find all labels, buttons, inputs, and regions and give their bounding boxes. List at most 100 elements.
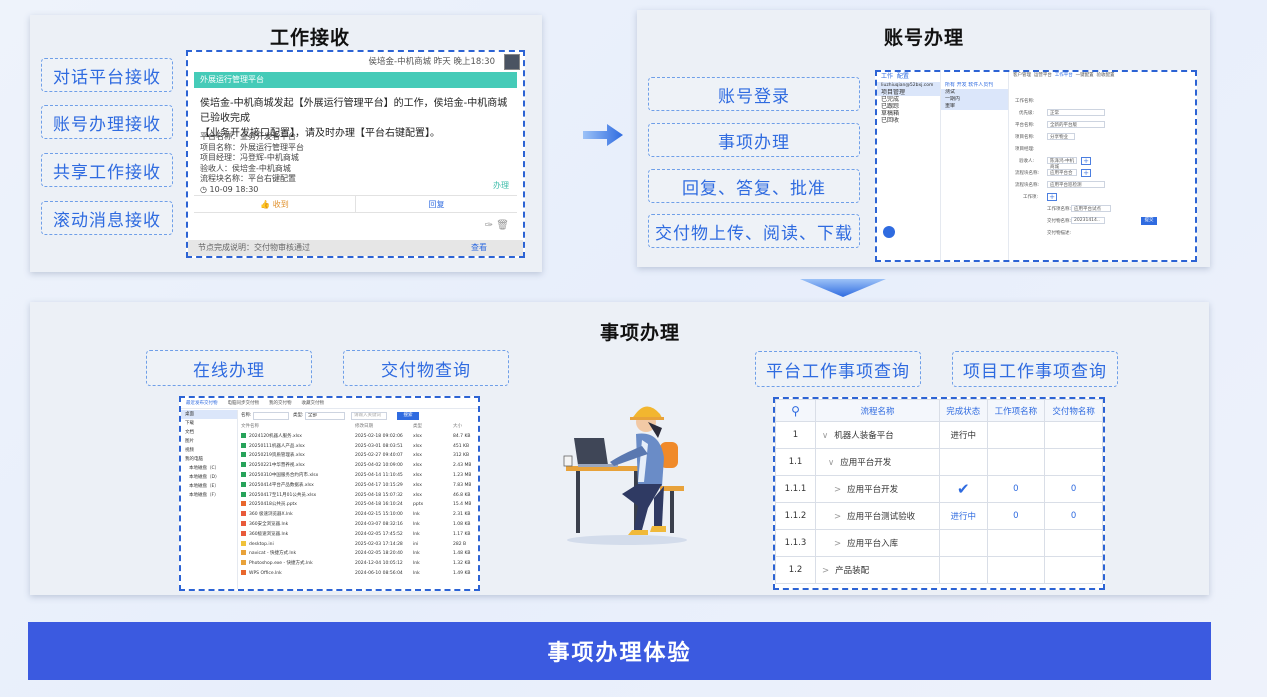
sidebar-item[interactable]: 草稿箱 bbox=[877, 110, 940, 117]
table-row[interactable]: 1.1.3 > 应用平台入库 bbox=[775, 529, 1103, 557]
reply-approve-button[interactable]: 回复、答复、批准 bbox=[648, 169, 860, 203]
project-query-button[interactable]: 项目工作事项查询 bbox=[952, 351, 1118, 387]
scroll-receive-button[interactable]: 滚动消息接收 bbox=[41, 201, 173, 235]
expand-toggle-icon[interactable]: > bbox=[834, 539, 841, 549]
list-item[interactable]: 一期内 bbox=[941, 96, 1008, 103]
file-row[interactable]: WPS Office.lnk 2024-06-10 08:56:04 lnk 1.49… bbox=[241, 569, 474, 579]
sidebar-item[interactable]: 下载 bbox=[181, 419, 237, 428]
table-row[interactable]: 1.1.1 > 应用平台开发 ✔ 0 0 bbox=[775, 475, 1103, 503]
deliverable-button[interactable]: 交付物上传、阅读、下载 bbox=[648, 214, 860, 248]
file-row[interactable]: 20250219资质管理表.xlsx 2025-02-27 09:40:07 xls… bbox=[241, 451, 474, 461]
account-receive-button[interactable]: 账号办理接收 bbox=[41, 105, 173, 139]
keyword-input[interactable]: 请输入关键词 bbox=[351, 412, 387, 420]
sidebar-item[interactable]: 本地磁盘（C） bbox=[181, 464, 237, 473]
file-row[interactable]: navicat - 快捷方式.lnk 2024-02-05 18:20:40 lnk… bbox=[241, 549, 474, 559]
sidebar-item[interactable]: 本地磁盘（E） bbox=[181, 482, 237, 491]
share-receive-button[interactable]: 共享工作接收 bbox=[41, 153, 173, 187]
file-row[interactable]: 20250310中国服务合约内市.xlsx 2025-04-14 11:10:45… bbox=[241, 471, 474, 481]
work-receive-panel: 工作接收 对话平台接收 账号办理接收 共享工作接收 滚动消息接收 侯培金-中机商… bbox=[30, 15, 542, 272]
sidebar-item[interactable]: 已回收 bbox=[877, 117, 940, 124]
account-form: 客户管理 运营平台 工作平台 一键配置 验收配置 工作名称: 优先级: 正常 平… bbox=[1009, 72, 1195, 260]
matter-handle-button[interactable]: 事项办理 bbox=[648, 123, 860, 157]
sidebar-item[interactable]: 本地磁盘（D） bbox=[181, 473, 237, 482]
search-icon[interactable]: ⚲ bbox=[775, 399, 816, 422]
avatar bbox=[504, 54, 520, 70]
sidebar-item[interactable]: 图片 bbox=[181, 437, 237, 446]
sidebar-item[interactable]: 视频 bbox=[181, 446, 237, 455]
file-icon bbox=[241, 550, 246, 556]
type-select[interactable]: 全部 bbox=[305, 412, 345, 420]
table-row[interactable]: 1.1.2 > 应用平台测试验收 进行中 0 0 bbox=[775, 502, 1103, 530]
card-time: ◷ 10-09 18:30 bbox=[200, 184, 259, 194]
table-row[interactable]: 1.1 ∨ 应用平台开发 bbox=[775, 448, 1103, 476]
sidebar-item[interactable]: 文档 bbox=[181, 428, 237, 437]
receive-button[interactable]: 👍 收到 bbox=[194, 196, 356, 212]
acceptor-field[interactable]: 陈泽鸿-中机商城 bbox=[1047, 157, 1077, 170]
project-field[interactable]: 分享物业 bbox=[1047, 133, 1075, 140]
platform-query-button[interactable]: 平台工作事项查询 bbox=[755, 351, 921, 387]
file-row[interactable]: 20250221中华营养视.xlsx 2025-04-02 10:09:00 xls… bbox=[241, 461, 474, 471]
platform-field[interactable]: 全新的平台版 bbox=[1047, 121, 1105, 128]
file-row[interactable]: 360极速浏览器.lnk 2024-02-05 17:45:52 lnk 1.17 K… bbox=[241, 530, 474, 540]
expand-toggle-icon[interactable]: ∨ bbox=[822, 431, 828, 441]
expand-toggle-icon[interactable]: > bbox=[822, 566, 829, 576]
sidebar-item[interactable]: 桌面 bbox=[181, 410, 237, 419]
view-link[interactable]: 查看 bbox=[471, 240, 487, 256]
submit-button[interactable]: 提交 bbox=[1141, 217, 1157, 225]
edit-delete-icon[interactable]: ✑ 🗑 bbox=[485, 220, 509, 231]
card-header: 外展运行管理平台 bbox=[194, 72, 517, 88]
flow-field[interactable]: 应用平台合 bbox=[1047, 169, 1077, 176]
sidebar-item[interactable]: 我的电脑 bbox=[181, 455, 237, 464]
status-cell bbox=[939, 556, 988, 584]
deliver-cell: 0 bbox=[1044, 502, 1103, 530]
flow-field-2[interactable]: 应用平台巡检测 bbox=[1047, 181, 1105, 188]
deliverable-field[interactable]: 20231414.. bbox=[1071, 217, 1105, 224]
expand-toggle-icon[interactable]: ∨ bbox=[828, 458, 834, 468]
work-item-field[interactable]: 应用平台试点 bbox=[1071, 205, 1111, 212]
file-row[interactable]: 360安全浏览器.lnk 2024-03-07 08:32:16 lnk 1.08 K… bbox=[241, 520, 474, 530]
card-actions: 👍 收到 回复 bbox=[194, 195, 517, 213]
table-row[interactable]: 1.2 > 产品装配 bbox=[775, 556, 1103, 584]
file-icon bbox=[241, 530, 246, 536]
expand-toggle-icon[interactable]: > bbox=[834, 485, 841, 495]
file-icon bbox=[241, 481, 246, 487]
work-receive-title: 工作接收 bbox=[270, 27, 351, 49]
file-row[interactable]: desktop.ini 2025-02-03 17:14:28 ini 282 B bbox=[241, 540, 474, 550]
sidebar-item[interactable]: 本地磁盘（F） bbox=[181, 491, 237, 500]
file-row[interactable]: 2024120机器人服务.xlsx 2025-02-18 09:02:06 xlsx… bbox=[241, 432, 474, 442]
file-row[interactable]: 20250417至11月01公共员.xlsx 2025-04-18 15:07:3… bbox=[241, 491, 474, 501]
file-row[interactable]: 20250414平台产品数据表.xlsx 2025-04-17 10:15:29 x… bbox=[241, 481, 474, 491]
table-row[interactable]: 1 ∨ 机器人装备平台 进行中 bbox=[775, 421, 1103, 449]
reply-button[interactable]: 回复 bbox=[356, 196, 517, 212]
card-handle-link[interactable]: 办理 bbox=[493, 180, 509, 191]
search-button[interactable]: 搜索 bbox=[397, 412, 419, 420]
add-button[interactable]: + bbox=[1047, 193, 1057, 201]
priority-field[interactable]: 正常 bbox=[1047, 109, 1105, 116]
online-handle-button[interactable]: 在线办理 bbox=[146, 350, 312, 386]
add-button[interactable]: + bbox=[1081, 157, 1091, 165]
experience-banner[interactable]: 事项办理体验 bbox=[28, 622, 1211, 680]
status-cell: ✔ bbox=[939, 475, 988, 503]
sidebar-item[interactable]: 已完成 bbox=[877, 96, 940, 103]
deliverable-query-button[interactable]: 交付物查询 bbox=[343, 350, 509, 386]
account-login-button[interactable]: 账号登录 bbox=[648, 77, 860, 111]
file-row[interactable]: 20250111机器人产品.xlsx 2025-03-01 08:03:51 xls… bbox=[241, 442, 474, 452]
flow-name: > 应用平台测试验收 bbox=[814, 502, 941, 530]
add-button[interactable]: + bbox=[1081, 169, 1091, 177]
sidebar-item[interactable]: 项目管理 bbox=[877, 89, 940, 96]
file-icon bbox=[241, 511, 246, 517]
chat-icon[interactable] bbox=[883, 226, 895, 238]
sidebar-item[interactable]: 已跟踪 bbox=[877, 103, 940, 110]
card-footer: 节点完成说明：交付物审核通过 查看 bbox=[188, 240, 523, 256]
file-row[interactable]: Photoshop.exe - 快捷方式.lnk 2024-12-04 10:05… bbox=[241, 559, 474, 569]
expand-toggle-icon[interactable]: > bbox=[834, 512, 841, 522]
file-row[interactable]: 360 极速浏览器X.lnk 2024-02-15 15:10:00 lnk 2.31… bbox=[241, 510, 474, 520]
list-item[interactable]: 重审 bbox=[941, 103, 1008, 110]
file-row[interactable]: 20250418公共员.pptx 2025-04-18 16:10:24 pptx 1… bbox=[241, 500, 474, 510]
deliver-cell: 0 bbox=[1044, 475, 1103, 503]
list-item[interactable]: 测试 bbox=[941, 89, 1008, 96]
message-card: 侯培金-中机商城 昨天 晚上18:30 外展运行管理平台 侯培金-中机商城发起【… bbox=[186, 50, 525, 258]
dialog-receive-button[interactable]: 对话平台接收 bbox=[41, 58, 173, 92]
account-screen: 工作 配置 liuzhiuqian@52bxj.com 项目管理 已完成 已跟踪… bbox=[875, 70, 1197, 262]
name-input[interactable] bbox=[253, 412, 289, 420]
